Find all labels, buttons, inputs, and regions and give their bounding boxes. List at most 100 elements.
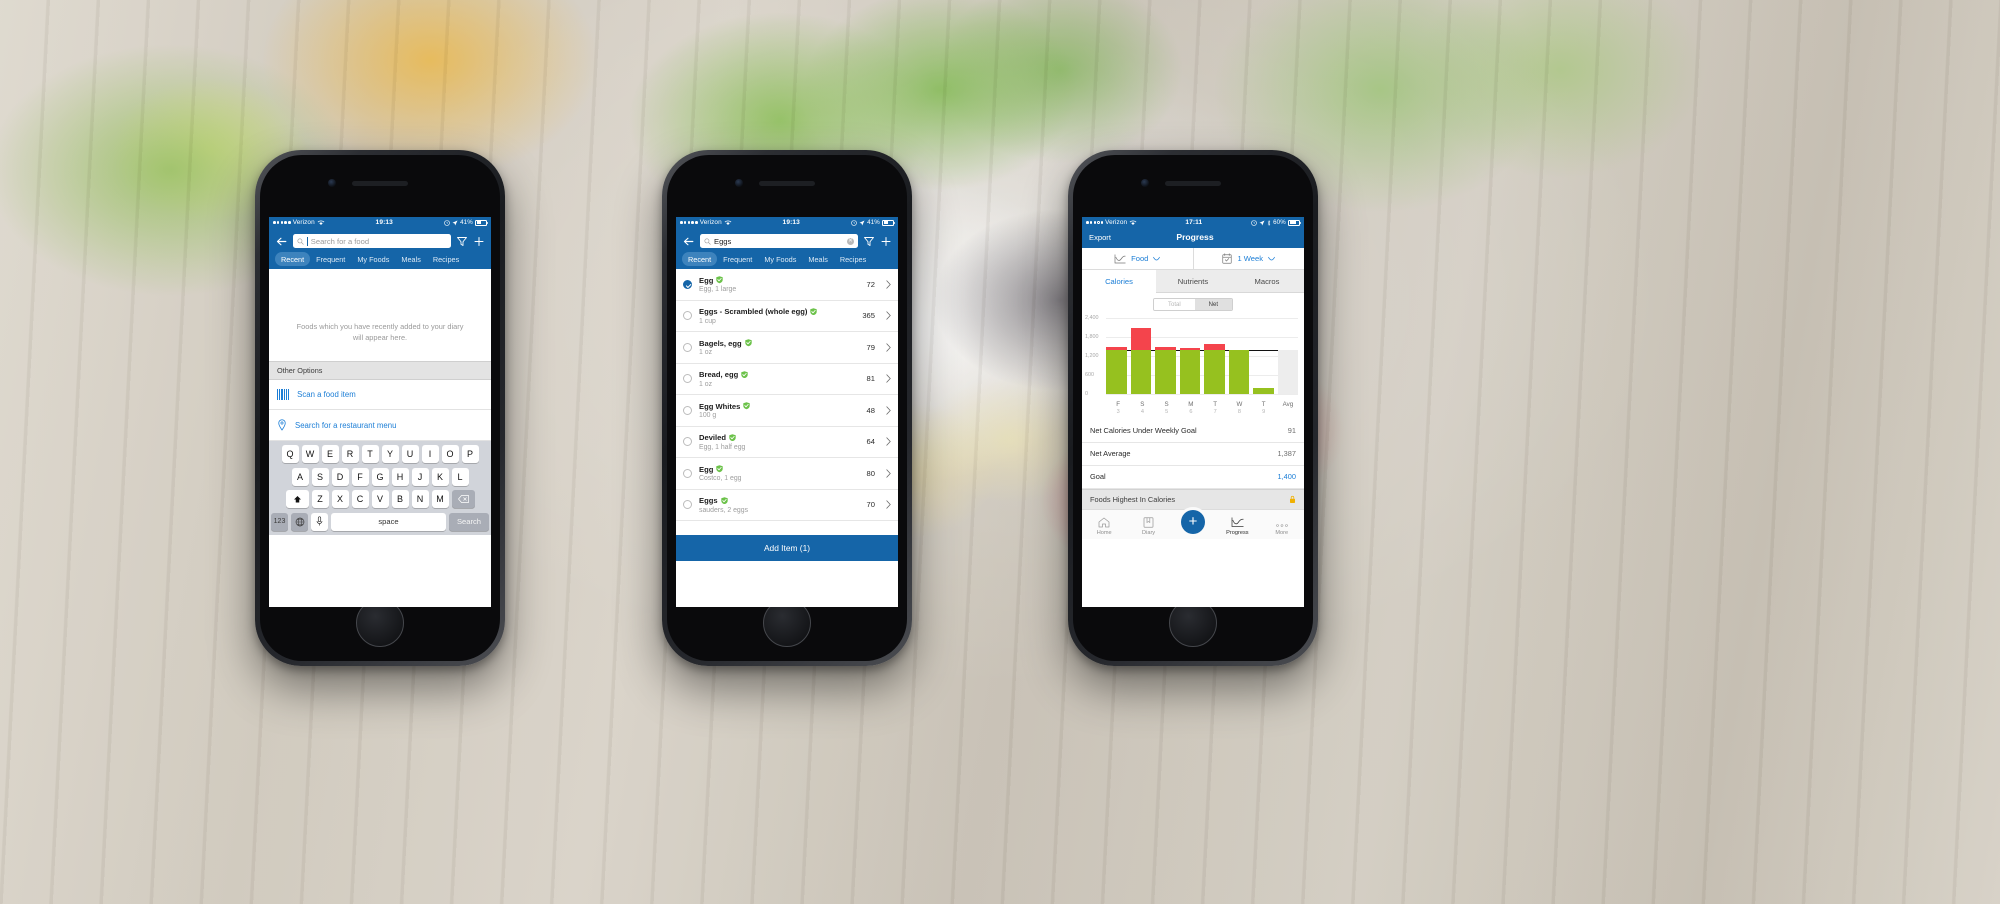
mic-icon[interactable] [311, 512, 328, 531]
scan-food-item-row[interactable]: Scan a food item [269, 380, 491, 410]
toggle-total[interactable]: Total [1153, 299, 1195, 310]
key-y[interactable]: Y [381, 445, 399, 463]
phone-2: Verizon 19:13 41% Eggs ✕ Recent Frequent… [662, 150, 912, 666]
row-checkbox[interactable] [683, 342, 692, 352]
table-row[interactable]: Egg Whites 100 g 48 [676, 395, 898, 427]
table-row[interactable]: Egg Costco, 1 egg 80 [676, 458, 898, 490]
food-info: Egg Whites 100 g [699, 402, 860, 419]
plus-fab-icon[interactable]: + [1180, 509, 1205, 534]
table-row[interactable]: Egg Egg, 1 large 72 [676, 269, 898, 301]
key-d[interactable]: D [331, 467, 349, 486]
key-s[interactable]: S [311, 467, 329, 486]
add-item-button[interactable]: Add Item (1) [676, 535, 898, 561]
search-key[interactable]: Search [449, 512, 489, 531]
back-arrow-icon[interactable] [275, 235, 288, 248]
tab-frequent[interactable]: Frequent [310, 252, 351, 266]
date-range-filter[interactable]: 1 Week [1192, 248, 1305, 269]
space-key[interactable]: space [331, 512, 446, 531]
tab-macros[interactable]: Macros [1230, 270, 1304, 293]
tab-frequent[interactable]: Frequent [717, 252, 758, 266]
status-bar: Verizon 19:13 41% [676, 217, 898, 228]
table-row[interactable]: Eggs - Scrambled (whole egg) 1 cup 365 [676, 300, 898, 332]
chevron-right-icon[interactable] [886, 343, 891, 352]
key-u[interactable]: U [401, 445, 419, 463]
shift-key[interactable] [285, 490, 309, 508]
table-row[interactable]: Eggs sauders, 2 eggs 70 [676, 489, 898, 521]
key-w[interactable]: W [301, 445, 319, 463]
key-o[interactable]: O [441, 445, 459, 463]
row-checkbox[interactable] [683, 437, 692, 447]
key-t[interactable]: T [361, 445, 379, 463]
key-q[interactable]: Q [281, 445, 299, 463]
tab-recipes[interactable]: Recipes [427, 252, 465, 266]
food-name: Eggs [699, 496, 718, 505]
key-j[interactable]: J [411, 467, 429, 486]
key-m[interactable]: M [431, 490, 449, 508]
table-row[interactable]: Bread, egg 1 oz 81 [676, 363, 898, 395]
chevron-right-icon[interactable] [886, 311, 891, 320]
toggle-net[interactable]: Net [1194, 299, 1233, 310]
table-row[interactable]: Bagels, egg 1 oz 79 [676, 332, 898, 364]
chevron-right-icon[interactable] [886, 437, 891, 446]
plus-icon[interactable] [880, 235, 892, 248]
chevron-right-icon[interactable] [886, 500, 891, 509]
key-p[interactable]: P [461, 445, 479, 463]
tab-more[interactable]: More [1265, 523, 1299, 536]
tab-home[interactable]: Home [1087, 517, 1121, 536]
table-row[interactable]: Deviled Egg, 1 half egg 64 [676, 426, 898, 458]
back-arrow-icon[interactable] [682, 235, 695, 248]
row-checkbox[interactable] [683, 279, 692, 289]
chevron-right-icon[interactable] [886, 406, 891, 415]
tab-calories[interactable]: Calories [1082, 270, 1156, 293]
key-a[interactable]: A [291, 467, 309, 486]
key-g[interactable]: G [371, 467, 389, 486]
filter-icon[interactable] [863, 235, 875, 248]
tab-recent[interactable]: Recent [682, 252, 718, 266]
key-k[interactable]: K [431, 467, 449, 486]
tab-progress[interactable]: Progress [1220, 517, 1254, 536]
clear-search-icon[interactable]: ✕ [847, 237, 854, 245]
tab-add[interactable]: + [1176, 509, 1210, 536]
row-checkbox[interactable] [683, 311, 692, 321]
tab-my-foods[interactable]: My Foods [351, 252, 395, 266]
key-l[interactable]: L [451, 467, 469, 486]
key-v[interactable]: V [371, 490, 389, 508]
key-c[interactable]: C [351, 490, 369, 508]
key-f[interactable]: F [351, 467, 369, 486]
numbers-key[interactable]: 123 [271, 512, 288, 531]
row-checkbox[interactable] [683, 374, 692, 384]
key-b[interactable]: B [391, 490, 409, 508]
tab-recipes[interactable]: Recipes [834, 252, 872, 266]
backspace-key[interactable] [451, 490, 475, 508]
key-h[interactable]: H [391, 467, 409, 486]
chevron-right-icon[interactable] [886, 469, 891, 478]
tab-nutrients[interactable]: Nutrients [1156, 270, 1230, 293]
locked-section-row[interactable]: Foods Highest In Calories [1082, 488, 1304, 509]
key-i[interactable]: I [421, 445, 439, 463]
filter-icon[interactable] [456, 235, 468, 248]
food-filter[interactable]: Food [1082, 248, 1193, 269]
chevron-right-icon[interactable] [886, 374, 891, 383]
signal-dots-icon [1086, 221, 1104, 224]
search-restaurant-row[interactable]: Search for a restaurant menu [269, 410, 491, 441]
key-z[interactable]: Z [311, 490, 329, 508]
key-x[interactable]: X [331, 490, 349, 508]
stat-row[interactable]: Goal 1,400 [1082, 465, 1304, 489]
plus-icon[interactable] [473, 235, 485, 248]
globe-icon[interactable] [291, 512, 308, 531]
row-checkbox[interactable] [683, 405, 692, 415]
tab-my-foods[interactable]: My Foods [758, 252, 802, 266]
tab-recent[interactable]: Recent [275, 252, 311, 266]
key-e[interactable]: E [321, 445, 339, 463]
wifi-icon [317, 220, 325, 225]
chevron-right-icon[interactable] [886, 280, 891, 289]
tab-meals[interactable]: Meals [802, 252, 833, 266]
search-input[interactable]: Eggs ✕ [700, 234, 858, 248]
tab-diary[interactable]: Diary [1132, 517, 1166, 536]
tab-meals[interactable]: Meals [395, 252, 426, 266]
search-input[interactable]: Search for a food [293, 234, 451, 248]
row-checkbox[interactable] [683, 500, 692, 510]
row-checkbox[interactable] [683, 468, 692, 478]
key-r[interactable]: R [341, 445, 359, 463]
key-n[interactable]: N [411, 490, 429, 508]
